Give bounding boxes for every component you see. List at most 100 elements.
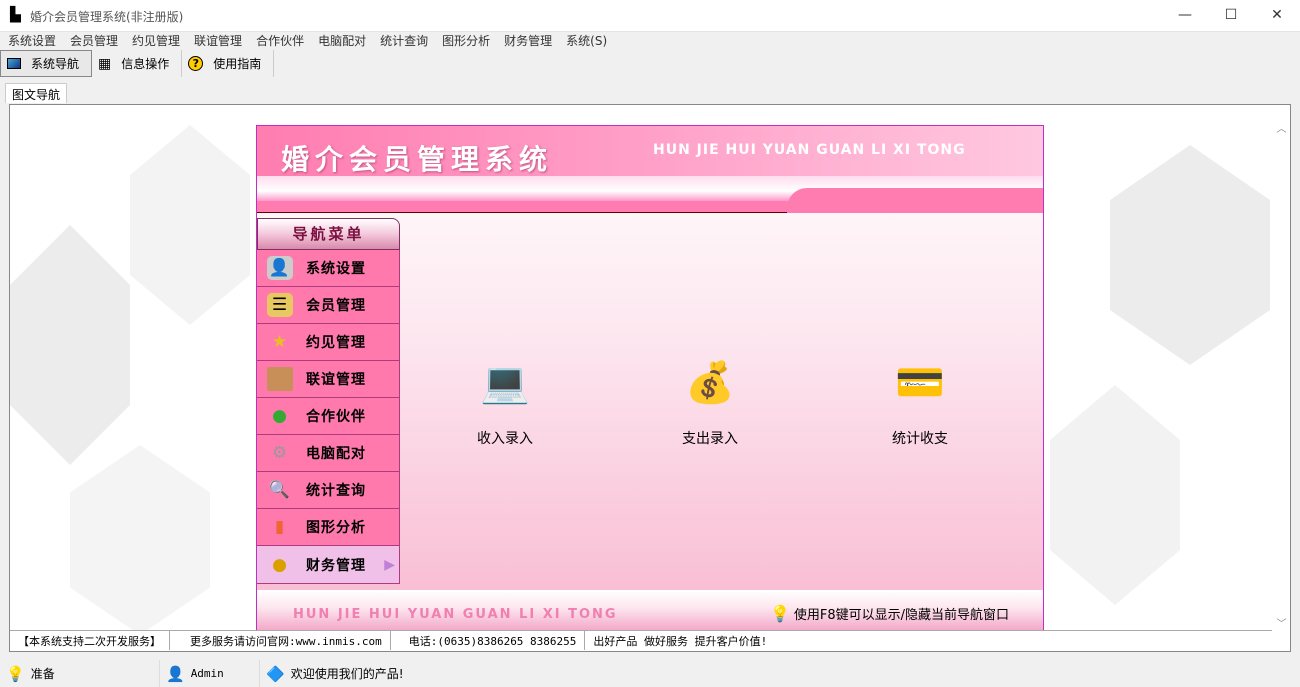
nav-item-label: 系统设置 [306,261,366,277]
info-slogan: 出好产品 做好服务 提升客户价值! [593,635,768,648]
menu-system[interactable]: 系统(S) [566,32,607,50]
info-operation-label: 信息操作 [121,57,170,71]
nav-item-appointment[interactable]: ★ 约见管理 [257,324,400,361]
toolbar: 系统导航 ▦ 信息操作 ? 使用指南 [0,50,275,78]
nav-item-finance[interactable]: ● 财务管理 ▶ [257,546,400,584]
menu-statistics[interactable]: 统计查询 [380,32,428,50]
nav-item-label: 会员管理 [306,298,366,314]
background-shape [1050,385,1180,605]
status-welcome-text: 欢迎使用我们的产品! [290,667,404,681]
arrow-right-icon: ▶ [384,556,396,573]
background-shape [130,125,250,325]
vertical-scrollbar[interactable]: ︿ ﹀ [1273,120,1290,640]
monitor-icon [7,58,21,69]
user-guide-label: 使用指南 [213,57,262,71]
menu-social[interactable]: 联谊管理 [194,32,242,50]
status-state: 💡 准备 [0,660,160,687]
close-button[interactable]: ✕ [1254,0,1300,32]
scroll-down-icon[interactable]: ﹀ [1273,615,1290,630]
help-icon: ? [188,56,204,71]
status-welcome: 🔷 欢迎使用我们的产品! [260,660,404,687]
info-website: 更多服务请访问官网:www.inmis.com [170,631,391,650]
nav-item-partner[interactable]: ● 合作伙伴 [257,398,400,435]
nav-item-member[interactable]: ☰ 会员管理 [257,287,400,324]
info-operation-button[interactable]: ▦ 信息操作 [92,50,183,77]
status-state-text: 准备 [30,667,55,681]
nav-item-system-settings[interactable]: 👤 系统设置 [257,250,400,287]
expense-entry-label: 支出录入 [682,431,738,447]
info-dev-service: 【本系统支持二次开发服务】 [10,631,170,650]
menu-system-settings[interactable]: 系统设置 [8,32,56,50]
status-user: 👤 Admin [160,660,260,687]
maximize-button[interactable]: ☐ [1208,0,1254,32]
menu-member[interactable]: 会员管理 [70,32,118,50]
status-bar: 💡 准备 👤 Admin 🔷 欢迎使用我们的产品! [0,660,1300,687]
system-nav-button[interactable]: 系统导航 [0,50,93,77]
menu-appointment[interactable]: 约见管理 [132,32,180,50]
money-bag-icon: 💰 [685,360,735,406]
background-shape [10,225,130,465]
nav-item-label: 联谊管理 [306,372,366,388]
lightbulb-icon: 💡 [770,604,790,623]
lightbulb-icon: 💡 [6,664,25,683]
nav-menu-title: 导航菜单 [257,218,400,250]
menu-partner[interactable]: 合作伙伴 [256,32,304,50]
id-card-icon: 👤 [267,256,293,280]
menu-matching[interactable]: 电脑配对 [318,32,366,50]
info-phone: 电话:(0635)8386265 8386255 [391,631,586,650]
scroll-up-icon[interactable]: ︿ [1273,120,1290,135]
background-shape [1110,145,1270,365]
expense-entry-button[interactable]: 💰 支出录入 [655,351,765,448]
nav-item-label: 合作伙伴 [306,409,366,425]
laptop-coins-icon: 💻 [480,360,530,406]
user-guide-button[interactable]: ? 使用指南 [182,50,275,77]
info-bar: 【本系统支持二次开发服务】 更多服务请访问官网:www.inmis.com 电话… [10,630,1272,650]
card-coins-icon: 💳 [895,360,945,406]
bar-chart-icon: ▮ [274,517,286,537]
minimize-button[interactable]: — [1162,0,1208,32]
nav-menu: 导航菜单 👤 系统设置 ☰ 会员管理 ★ 约见管理 联谊管理 ● 合作伙伴 ⚙ 电脑配对 … [257,218,400,584]
users-icon: ● [272,406,288,426]
banner-title: 婚介会员管理系统 [281,143,554,176]
crate-icon [267,367,293,391]
menu-finance[interactable]: 财务管理 [504,32,552,50]
nav-item-label: 电脑配对 [306,446,366,462]
income-entry-button[interactable]: 💻 收入录入 [450,351,560,448]
nav-item-social[interactable]: 联谊管理 [257,361,400,398]
panel-footer: HUN JIE HUI YUAN GUAN LI XI TONG 💡 使用F8键可… [257,588,1043,633]
star-icon: ★ [271,332,289,352]
f8-hint: 💡 使用F8键可以显示/隐藏当前导航窗口 [770,604,1009,623]
user-icon: 👤 [166,664,185,683]
income-entry-label: 收入录入 [477,431,533,447]
banner-tab [787,188,1043,213]
footer-subtitle: HUN JIE HUI YUAN GUAN LI XI TONG [293,607,618,622]
navigation-panel: 婚介会员管理系统 HUN JIE HUI YUAN GUAN LI XI TON… [256,125,1044,634]
grid-icon: ▦ [98,55,112,72]
income-expense-stats-label: 统计收支 [892,431,948,447]
f8-hint-text: 使用F8键可以显示/隐藏当前导航窗口 [793,608,1010,623]
magnifier-icon: 🔍 [268,480,292,500]
system-nav-label: 系统导航 [31,57,80,71]
window-title: 婚介会员管理系统(非注册版) [30,10,184,24]
coins-icon: ● [272,554,288,575]
banner-subtitle: HUN JIE HUI YUAN GUAN LI XI TONG [653,142,966,158]
menu-bar: 系统设置 会员管理 约见管理 联谊管理 合作伙伴 电脑配对 统计查询 图形分析 … [0,32,1300,50]
tab-graphic-nav[interactable]: 图文导航 [5,83,68,103]
nav-item-label: 约见管理 [306,335,366,351]
nav-item-charts[interactable]: ▮ 图形分析 [257,509,400,546]
nav-item-label: 统计查询 [306,483,366,499]
scroll-icon: ☰ [267,293,293,317]
income-expense-stats-button[interactable]: 💳 统计收支 [865,351,975,448]
nav-item-matching[interactable]: ⚙ 电脑配对 [257,435,400,472]
title-bar: ▙ 婚介会员管理系统(非注册版) — ☐ ✕ [0,0,1300,32]
nav-item-label: 财务管理 [306,557,366,574]
gear-icon: ⚙ [271,443,289,463]
app-icon: ▙ [10,7,21,23]
menu-charts[interactable]: 图形分析 [442,32,490,50]
nav-item-label: 图形分析 [306,520,366,536]
shapes-icon: 🔷 [266,664,285,683]
status-user-text: Admin [190,667,224,680]
nav-item-statistics[interactable]: 🔍 统计查询 [257,472,400,509]
background-shape [70,445,210,635]
banner: 婚介会员管理系统 HUN JIE HUI YUAN GUAN LI XI TON… [257,126,1043,213]
